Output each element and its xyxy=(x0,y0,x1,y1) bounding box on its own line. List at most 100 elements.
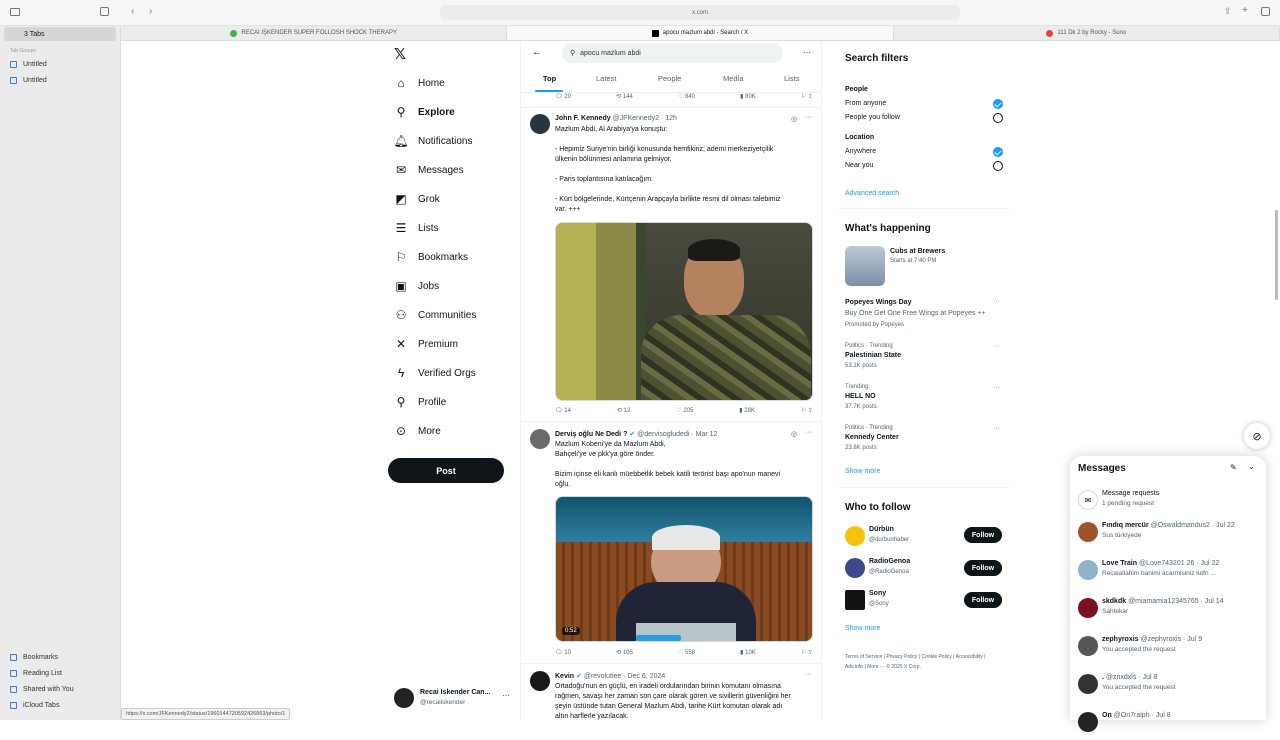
dm-conversation[interactable]: Love Train @Love743201 26 · Jul 22 Recaia… xyxy=(1078,558,1258,588)
like-button[interactable]: ♡ 205 xyxy=(676,407,693,414)
avatar[interactable] xyxy=(530,671,550,691)
scrollbar[interactable] xyxy=(1275,210,1278,300)
filter-people-you-follow[interactable]: People you follow xyxy=(845,114,900,121)
follow-button[interactable]: Follow xyxy=(964,560,1002,576)
sidebar-shared[interactable]: Shared with You xyxy=(10,686,74,693)
back-arrow-icon[interactable]: ← xyxy=(532,47,542,58)
more-dots-icon[interactable]: ··· xyxy=(993,425,1000,432)
views-button[interactable]: ▮ 28K xyxy=(739,407,755,414)
retweet-button[interactable]: ⟲ 105 xyxy=(616,649,633,656)
reply-button[interactable]: 🗨︎ 14 xyxy=(555,407,571,414)
tweet-header[interactable]: Derviş oğlu Ne Dedi ? ✔ @dervisogludedi … xyxy=(555,430,717,438)
sidebar-toggle-icon[interactable] xyxy=(10,8,20,16)
avatar[interactable] xyxy=(845,590,865,610)
new-message-icon[interactable]: ✎ xyxy=(1230,463,1237,472)
collapse-icon[interactable]: ⌄ xyxy=(1248,462,1255,471)
nav-premium[interactable]: ✕ Premium xyxy=(394,337,458,351)
follow-button[interactable]: Follow xyxy=(964,592,1002,608)
radio-near-you[interactable] xyxy=(993,161,1003,171)
sidebar-bookmarks[interactable]: Bookmarks xyxy=(10,654,58,661)
trend-name[interactable]: HELL NO xyxy=(845,393,876,400)
dm-conversation[interactable]: zephyroxis @zephyroxis · Jul 9 You accept… xyxy=(1078,634,1258,664)
tabs-icon[interactable] xyxy=(1261,7,1270,16)
tab-2[interactable]: 111 Dk 2 by Rocky - Suno xyxy=(894,26,1280,40)
nav-notifications[interactable]: 🔔︎ Notifications xyxy=(393,134,472,148)
advanced-search-link[interactable]: Advanced search xyxy=(845,190,899,197)
event-name[interactable]: Cubs at Brewers xyxy=(890,248,945,255)
nav-home[interactable]: ⌂ Home xyxy=(394,76,444,90)
more-dots-icon[interactable]: ··· xyxy=(993,384,1000,391)
tab-group-1[interactable]: Untitled xyxy=(10,77,47,84)
radio-anywhere[interactable] xyxy=(993,147,1003,157)
views-button[interactable]: ▮ 80K xyxy=(740,93,756,100)
filter-anywhere[interactable]: Anywhere xyxy=(845,148,876,155)
retweet-button[interactable]: ⟲ 12 xyxy=(617,407,630,414)
radio-people-you-follow[interactable] xyxy=(993,113,1003,123)
show-more-link[interactable]: Show more xyxy=(845,625,880,632)
footer-link[interactable]: Ads info xyxy=(845,664,863,670)
more-dots-icon[interactable]: ··· xyxy=(805,671,812,678)
promo-name[interactable]: Popeyes Wings Day xyxy=(845,299,911,306)
tweet-photo[interactable] xyxy=(555,222,813,401)
show-more-link[interactable]: Show more xyxy=(845,468,880,475)
follow-name[interactable]: Sony xyxy=(869,590,886,597)
tab-overview-icon[interactable] xyxy=(100,7,109,16)
views-button[interactable]: ▮ 10K xyxy=(740,649,756,656)
post-button[interactable]: Post xyxy=(388,458,504,483)
address-bar[interactable]: x.com xyxy=(440,5,960,20)
reply-button[interactable]: 🗨︎ 20 xyxy=(555,93,571,100)
tab-group-0[interactable]: Untitled xyxy=(10,61,47,68)
tweet-header[interactable]: John F. Kennedy @JFKennedy2 · 12h xyxy=(555,115,677,122)
follow-name[interactable]: Dürbün xyxy=(869,526,894,533)
footer-link[interactable]: More ··· xyxy=(867,664,885,670)
tab-top[interactable]: Top xyxy=(543,74,556,83)
more-dots-icon[interactable]: ··· xyxy=(993,298,1000,305)
dm-conversation[interactable]: Fındıq mercür @Oswaldmandus2 · Jul 22 Sus… xyxy=(1078,520,1258,550)
trend-name[interactable]: Palestinian State xyxy=(845,352,901,359)
nav-messages[interactable]: ✉ Messages xyxy=(394,163,464,177)
follow-button[interactable]: Follow xyxy=(964,527,1002,543)
like-button[interactable]: ♡ 840 xyxy=(678,93,695,100)
account-switcher[interactable]: Recai Iskender Can... @recaiiskender ··· xyxy=(394,688,514,710)
messages-title[interactable]: Messages xyxy=(1078,463,1126,474)
nav-grok[interactable]: ◩ Grok xyxy=(394,192,439,206)
radio-from-anyone[interactable] xyxy=(993,99,1003,109)
dm-conversation[interactable]: skdkdk @miamamia12345765 · Jul 14 Sahteka… xyxy=(1078,596,1258,626)
retweet-button[interactable]: ⟲ 144 xyxy=(616,93,633,100)
avatar[interactable] xyxy=(530,114,550,134)
nav-verified-orgs[interactable]: ϟ Verified Orgs xyxy=(394,366,476,380)
forward-icon[interactable]: › xyxy=(149,6,152,17)
footer-link[interactable]: Cookie Policy xyxy=(922,654,952,660)
grok-icon[interactable]: ◎ xyxy=(791,115,797,123)
grok-icon[interactable]: ◎ xyxy=(791,430,797,438)
nav-explore[interactable]: ⚲ Explore xyxy=(394,105,455,119)
nav-lists[interactable]: ☰ Lists xyxy=(394,221,439,235)
nav-communities[interactable]: ⚇ Communities xyxy=(394,308,477,322)
message-requests[interactable]: ✉ Message requests 1 pending request xyxy=(1078,488,1258,518)
tab-media[interactable]: Media xyxy=(723,74,743,83)
footer-link[interactable]: Privacy Policy xyxy=(886,654,917,660)
more-dots-icon[interactable]: ··· xyxy=(805,429,812,436)
bookmark-share[interactable]: ⚐ ⇪ xyxy=(801,407,813,414)
back-icon[interactable]: ‹ xyxy=(131,6,134,17)
bookmark-share[interactable]: ⚐ ⇪ xyxy=(801,93,813,100)
tweet-header[interactable]: Kevin ✔ @revolutiee · Dec 6, 2024 xyxy=(555,672,665,680)
share-icon[interactable]: ⇪ xyxy=(1224,6,1232,17)
avatar[interactable] xyxy=(845,558,865,578)
more-dots-icon[interactable]: ··· xyxy=(803,48,811,57)
footer-link[interactable]: Accessibility xyxy=(956,654,983,660)
dm-conversation[interactable]: . @znxdxls · Jul 8 You accepted the reque… xyxy=(1078,672,1258,702)
nav-profile[interactable]: ⚲ Profile xyxy=(394,395,447,409)
new-tab-icon[interactable]: + xyxy=(1242,5,1248,16)
tab-people[interactable]: People xyxy=(658,74,681,83)
more-dots-icon[interactable]: ··· xyxy=(993,343,1000,350)
grok-floating-button[interactable]: ⊘ xyxy=(1244,423,1270,449)
tab-1[interactable]: apocu mazlum abdi - Search / X xyxy=(507,26,894,40)
avatar[interactable] xyxy=(845,526,865,546)
avatar[interactable] xyxy=(530,429,550,449)
bookmark-share[interactable]: ⚐ ⇪ xyxy=(801,649,813,656)
follow-name[interactable]: RadioGenoa xyxy=(869,558,910,565)
x-logo-icon[interactable]: 𝕏 xyxy=(394,45,406,63)
tab-lists[interactable]: Lists xyxy=(784,74,799,83)
tab-0[interactable]: RECAI IŞKENDER SUPER FOLLOSH SHOCK THERA… xyxy=(121,26,508,40)
